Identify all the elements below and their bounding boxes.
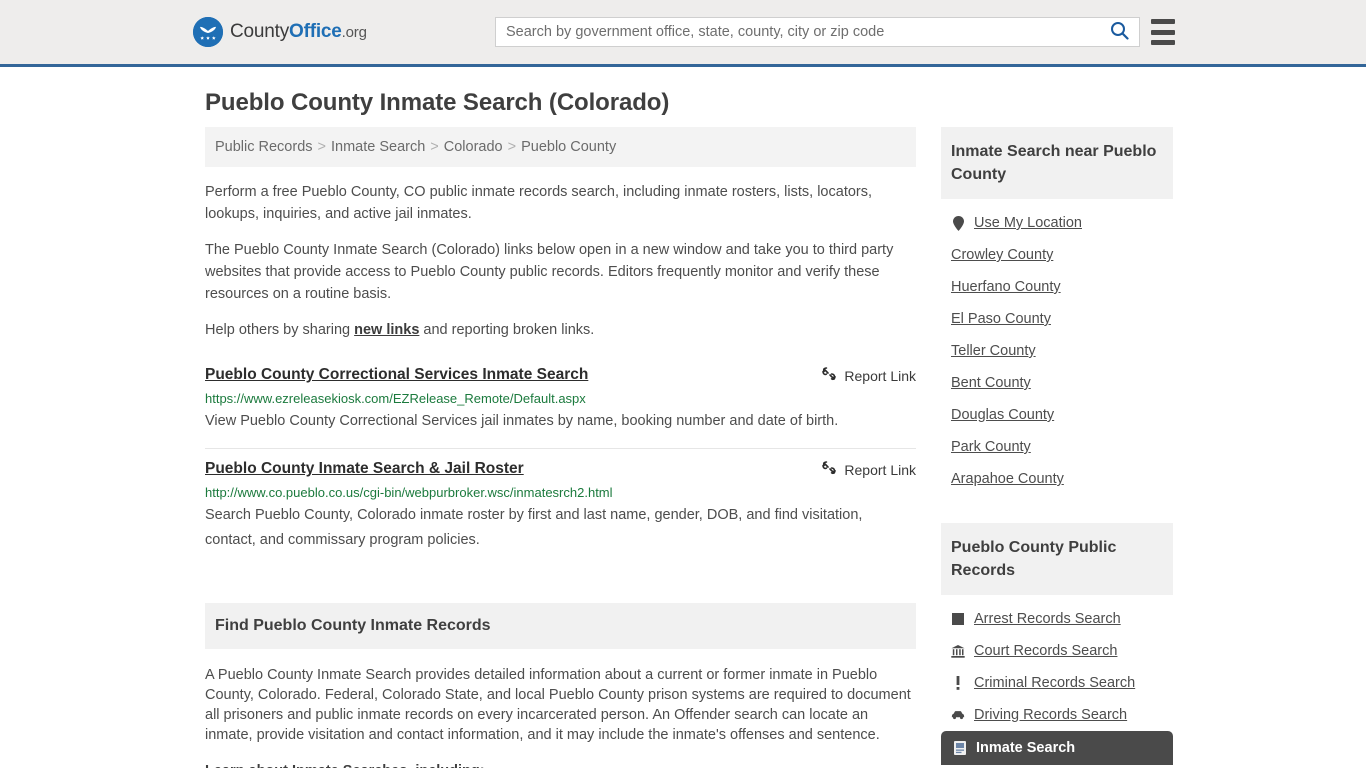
intro-text: Perform a free Pueblo County, CO public … (205, 181, 916, 341)
exclamation-icon (951, 675, 965, 691)
brand-part-county: County (230, 21, 290, 42)
page-title: Pueblo County Inmate Search (Colorado) (205, 89, 670, 116)
result-description: Search Pueblo County, Colorado inmate ro… (205, 507, 863, 548)
intro-paragraph-1: Perform a free Pueblo County, CO public … (205, 184, 873, 222)
menu-bar-1 (1151, 19, 1175, 24)
report-link-button[interactable]: Report Link (821, 459, 916, 479)
id-card-icon (953, 740, 967, 756)
brand-part-office: Office (289, 21, 342, 42)
sidebar-item-criminal-records-search[interactable]: Criminal Records Search (951, 667, 1173, 699)
intro-share-line: Help others by sharing new links and rep… (205, 319, 916, 341)
broken-link-icon (821, 460, 837, 479)
result-description: View Pueblo County Correctional Services… (205, 413, 839, 429)
sidebar-item-teller-county[interactable]: Teller County (951, 335, 1173, 367)
sidebar-item-use-my-location[interactable]: Use My Location (951, 207, 1173, 239)
sidebar-item-crowley-county[interactable]: Crowley County (951, 239, 1173, 271)
sidebar-link-label[interactable]: Bent County (951, 375, 1031, 391)
result-title-link[interactable]: Pueblo County Inmate Search & Jail Roste… (205, 459, 807, 479)
county-office-eagle-icon (193, 17, 223, 47)
sidebar-link-label[interactable]: Inmate Search (976, 740, 1075, 756)
find-records-heading: Find Pueblo County Inmate Records (205, 603, 916, 649)
result-header: Pueblo County Inmate Search & Jail Roste… (205, 459, 916, 479)
breadcrumb-separator: > (317, 139, 326, 155)
breadcrumb-separator: > (507, 139, 517, 155)
intro-paragraph-2: The Pueblo County Inmate Search (Colorad… (205, 242, 894, 302)
breadcrumb: Public Records > Inmate Search > Colorado > Pu… (205, 127, 916, 167)
sidebar-item-park-county[interactable]: Park County (951, 431, 1173, 463)
result-header: Pueblo County Correctional Services Inma… (205, 365, 916, 385)
menu-bar-3 (1151, 40, 1175, 45)
result-item: Pueblo County Inmate Search & Jail Roste… (205, 449, 916, 567)
sidebar-item-bent-county[interactable]: Bent County (951, 367, 1173, 399)
sidebar-link-label[interactable]: Use My Location (974, 215, 1082, 231)
result-url[interactable]: http://www.co.pueblo.co.us/cgi-bin/webpu… (205, 485, 916, 500)
sidebar-public-records-title: Pueblo County Public Records (941, 523, 1173, 595)
site-header: CountyOffice.org (0, 0, 1366, 67)
share-prefix: Help others by sharing (205, 322, 355, 338)
result-item: Pueblo County Correctional Services Inma… (205, 355, 916, 449)
sidebar-link-label[interactable]: Teller County (951, 343, 1036, 359)
site-logo[interactable]: CountyOffice.org (193, 17, 367, 47)
brand-part-org: .org (341, 24, 367, 41)
breadcrumb-separator: > (430, 139, 439, 155)
learn-about-heading: Learn about Inmate Searches, including: (205, 761, 916, 768)
share-suffix: and reporting broken links. (419, 322, 595, 338)
search-button[interactable] (1099, 18, 1139, 46)
sidebar-item-arapahoe-county[interactable]: Arapahoe County (951, 463, 1173, 495)
find-records-paragraph: A Pueblo County Inmate Search provides d… (205, 667, 911, 743)
report-link-label: Report Link (844, 461, 916, 478)
breadcrumb-item-pueblo-county[interactable]: Pueblo County (521, 139, 616, 155)
search-input[interactable] (496, 18, 1099, 46)
sidebar-link-label[interactable]: Park County (951, 439, 1031, 455)
courthouse-icon (951, 643, 965, 659)
menu-bar-2 (1151, 29, 1175, 35)
new-links-link[interactable]: new links (354, 322, 419, 338)
main-content: Public Records > Inmate Search > Colorado > Pu… (205, 127, 916, 768)
sidebar-link-label[interactable]: Huerfano County (951, 279, 1061, 295)
broken-link-icon (821, 366, 837, 385)
sidebar-item-huerfano-county[interactable]: Huerfano County (951, 271, 1173, 303)
results-list: Pueblo County Correctional Services Inma… (205, 355, 916, 567)
sidebar-public-records-list: Arrest Records Search Court Records Sear… (941, 595, 1173, 765)
sidebar-card-public-records: Pueblo County Public Records Arrest Reco… (941, 523, 1173, 765)
breadcrumb-item-public-records[interactable]: Public Records (215, 139, 313, 155)
breadcrumb-item-inmate-search[interactable]: Inmate Search (331, 139, 425, 155)
sidebar-item-court-records-search[interactable]: Court Records Search (951, 635, 1173, 667)
sidebar-link-label[interactable]: Crowley County (951, 247, 1053, 263)
report-link-label: Report Link (844, 367, 916, 384)
sidebar-item-arrest-records-search[interactable]: Arrest Records Search (951, 603, 1173, 635)
sidebar-card-nearby: Inmate Search near Pueblo County Use My … (941, 127, 1173, 495)
sidebar-nearby-title: Inmate Search near Pueblo County (941, 127, 1173, 199)
breadcrumb-item-colorado[interactable]: Colorado (444, 139, 503, 155)
site-logo-text: CountyOffice.org (230, 21, 367, 43)
hamburger-menu-icon[interactable] (1151, 19, 1175, 45)
search-bar (495, 17, 1140, 47)
sidebar-link-label[interactable]: Arrest Records Search (974, 611, 1121, 627)
find-records-body: A Pueblo County Inmate Search provides d… (205, 665, 916, 768)
sidebar-link-label[interactable]: Douglas County (951, 407, 1054, 423)
report-link-button[interactable]: Report Link (821, 365, 916, 385)
sidebar-nearby-list: Use My Location Crowley County Huerfano … (941, 199, 1173, 495)
sidebar-link-label[interactable]: El Paso County (951, 311, 1051, 327)
sidebar-item-inmate-search[interactable]: Inmate Search (941, 731, 1173, 765)
sidebar-link-label[interactable]: Criminal Records Search (974, 675, 1135, 691)
result-title-link[interactable]: Pueblo County Correctional Services Inma… (205, 365, 807, 385)
page-container: Pueblo County Inmate Search (Colorado) P… (0, 89, 1366, 768)
result-url[interactable]: https://www.ezreleasekiosk.com/EZRelease… (205, 391, 916, 406)
map-pin-icon (951, 215, 965, 231)
sidebar: Inmate Search near Pueblo County Use My … (941, 127, 1173, 768)
sidebar-item-el-paso-county[interactable]: El Paso County (951, 303, 1173, 335)
sidebar-link-label[interactable]: Court Records Search (974, 643, 1117, 659)
sidebar-item-driving-records-search[interactable]: Driving Records Search (951, 699, 1173, 731)
content-columns: Public Records > Inmate Search > Colorado > Pu… (205, 127, 1173, 768)
car-icon (951, 707, 965, 723)
sidebar-link-label[interactable]: Driving Records Search (974, 707, 1127, 723)
square-icon (951, 611, 965, 627)
search-icon (1110, 21, 1129, 43)
sidebar-item-douglas-county[interactable]: Douglas County (951, 399, 1173, 431)
sidebar-link-label[interactable]: Arapahoe County (951, 471, 1064, 487)
